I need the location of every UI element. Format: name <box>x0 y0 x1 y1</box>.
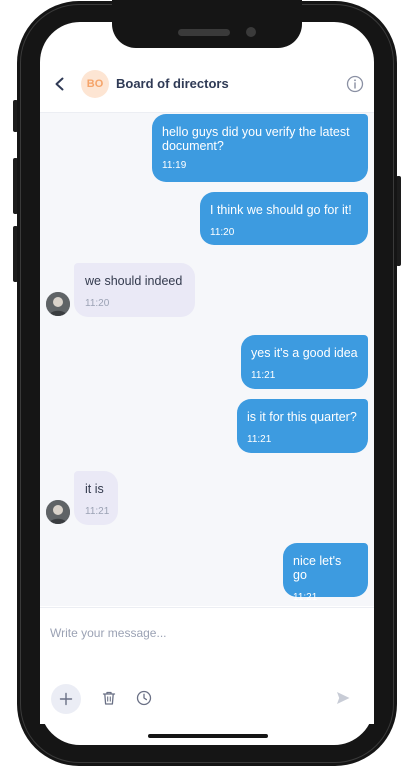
speaker <box>178 29 230 36</box>
message-input[interactable] <box>48 620 352 646</box>
message-bubble-outgoing[interactable]: is it for this quarter? 11:21 <box>237 399 368 453</box>
home-indicator <box>148 734 268 738</box>
message-text: yes it's a good idea <box>251 346 358 360</box>
group-avatar[interactable]: BO <box>81 70 109 98</box>
person-photo-icon <box>46 500 70 524</box>
chat-title: Board of directors <box>116 76 229 91</box>
message-time: 11:20 <box>210 227 235 238</box>
message-composer <box>40 607 374 724</box>
message-bubble-outgoing[interactable]: hello guys did you verify the latest doc… <box>152 114 368 182</box>
clock-icon[interactable] <box>136 690 152 706</box>
trash-icon[interactable] <box>101 690 117 706</box>
message-bubble-incoming[interactable]: we should indeed 11:20 <box>74 263 195 317</box>
plus-icon <box>59 692 73 706</box>
notch <box>112 0 302 48</box>
message-text: I think we should go for it! <box>210 203 352 217</box>
message-list[interactable]: hello guys did you verify the latest doc… <box>40 113 374 606</box>
message-bubble-incoming[interactable]: it is 11:21 <box>74 471 118 525</box>
person-photo-icon <box>46 292 70 316</box>
message-text: nice let's go <box>293 554 342 582</box>
message-time: 11:21 <box>247 434 272 445</box>
chevron-left-icon[interactable] <box>52 76 68 92</box>
message-bubble-outgoing[interactable]: I think we should go for it! 11:20 <box>200 192 368 245</box>
chat-header: BO Board of directors <box>40 62 374 113</box>
message-text: is it for this quarter? <box>247 410 357 424</box>
message-time: 11:21 <box>251 370 276 381</box>
message-text: it is <box>85 482 104 496</box>
user-avatar[interactable] <box>46 500 70 524</box>
message-time: 11:20 <box>85 298 110 309</box>
user-avatar[interactable] <box>46 292 70 316</box>
add-attachment-button[interactable] <box>51 684 81 714</box>
info-icon[interactable] <box>346 75 364 93</box>
message-bubble-outgoing[interactable]: yes it's a good idea 11:21 <box>241 335 368 389</box>
message-time: 11:21 <box>85 506 110 517</box>
message-text: hello guys did you verify the latest doc… <box>162 125 350 153</box>
message-time: 11:19 <box>162 160 187 171</box>
front-camera <box>246 27 256 37</box>
message-time: 11:21 <box>293 592 318 603</box>
send-icon[interactable] <box>335 690 351 706</box>
message-bubble-outgoing[interactable]: nice let's go 11:21 <box>283 543 368 603</box>
message-text: we should indeed <box>85 274 183 288</box>
